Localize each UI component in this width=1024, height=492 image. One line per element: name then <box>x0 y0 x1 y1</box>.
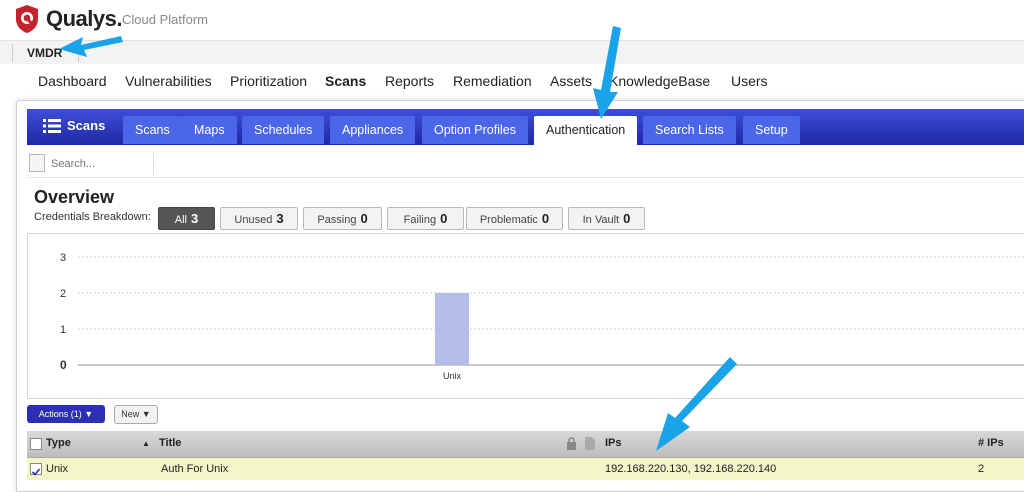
row-ips: 192.168.220.130, 192.168.220.140 <box>605 463 777 475</box>
tab-search-lists[interactable]: Search Lists <box>643 116 736 144</box>
nav-remediation[interactable]: Remediation <box>453 73 532 89</box>
table-header: Type ▲ Title IPs # IPs <box>27 431 1024 458</box>
filter-in-vault-count: 0 <box>623 211 631 226</box>
column-title[interactable]: Title <box>159 437 181 449</box>
tab-option-profiles[interactable]: Option Profiles <box>422 116 528 144</box>
tab-appliances[interactable]: Appliances <box>330 116 416 144</box>
qualys-shield-icon <box>16 5 38 33</box>
column-num-ips[interactable]: # IPs <box>978 437 1004 449</box>
checkmark-icon <box>31 468 41 476</box>
filter-unused-button[interactable]: Unused 3 <box>220 207 298 230</box>
filter-failing-count: 0 <box>440 211 448 226</box>
nav-reports[interactable]: Reports <box>385 73 434 89</box>
document-icon <box>585 437 595 450</box>
filter-unused-label: Unused <box>234 214 273 226</box>
actions-label: Actions (1) <box>38 409 82 419</box>
lock-icon <box>567 437 576 450</box>
overview-title: Overview <box>34 187 115 207</box>
brand-suffix: Cloud Platform <box>122 12 208 27</box>
nav-prioritization[interactable]: Prioritization <box>230 73 307 89</box>
filter-all-button[interactable]: All 3 <box>158 207 215 230</box>
filter-failing-label: Failing <box>403 214 437 226</box>
module-bar: VMDR <box>0 40 1024 66</box>
filter-all-label: All <box>174 214 187 226</box>
tab-setup[interactable]: Setup <box>743 116 800 144</box>
actions-button[interactable]: Actions (1) ▼ <box>27 405 105 423</box>
nav-users[interactable]: Users <box>731 73 768 89</box>
credentials-bar-chart: 0 1 2 3 Unix <box>60 252 1024 381</box>
scans-tab-bar: Scans Scans Maps Schedules Appliances Op… <box>27 109 1024 145</box>
filter-in-vault-button[interactable]: In Vault 0 <box>568 207 645 230</box>
chevron-down-icon: ▼ <box>141 409 151 419</box>
row-checkbox[interactable] <box>30 463 42 476</box>
filter-problematic-button[interactable]: Problematic 0 <box>466 207 563 230</box>
filter-all-count: 3 <box>191 211 199 226</box>
annotation-arrow-authentication <box>593 26 621 119</box>
filter-passing-count: 0 <box>360 211 368 226</box>
y-tick-label: 3 <box>60 252 66 264</box>
nav-scans[interactable]: Scans <box>325 73 366 89</box>
nav-vulnerabilities[interactable]: Vulnerabilities <box>125 73 212 89</box>
top-navigation: Dashboard Vulnerabilities Prioritization… <box>0 64 1024 100</box>
filter-panel-toggle-icon[interactable] <box>29 154 45 172</box>
credentials-chart: 0 1 2 3 Unix <box>27 233 1024 399</box>
tab-scans[interactable]: Scans <box>123 116 182 144</box>
tab-maps[interactable]: Maps <box>182 116 237 144</box>
filter-problematic-label: Problematic <box>479 214 538 226</box>
nav-dashboard[interactable]: Dashboard <box>38 73 107 89</box>
column-ips[interactable]: IPs <box>605 437 622 449</box>
row-type: Unix <box>46 463 69 475</box>
y-tick-label: 2 <box>60 288 66 300</box>
row-num-ips: 2 <box>978 463 985 475</box>
filter-passing-button[interactable]: Passing 0 <box>303 207 382 230</box>
annotation-arrow-module <box>59 36 123 57</box>
new-label: New <box>121 409 140 419</box>
row-title[interactable]: Auth For Unix <box>161 463 228 475</box>
list-icon <box>43 119 61 133</box>
table-row[interactable]: Unix Auth For Unix 192.168.220.130, 192.… <box>27 458 1024 480</box>
search-row <box>27 151 1024 178</box>
filter-unused-count: 3 <box>276 211 284 226</box>
tab-schedules[interactable]: Schedules <box>242 116 325 144</box>
credentials-breakdown-label: Credentials Breakdown: <box>34 211 151 223</box>
select-all-checkbox[interactable] <box>30 438 42 450</box>
filter-in-vault-label: In Vault <box>582 214 620 226</box>
sort-asc-icon: ▲ <box>142 439 150 448</box>
filter-problematic-count: 0 <box>541 211 550 226</box>
chevron-down-icon: ▼ <box>84 409 94 419</box>
column-type[interactable]: Type <box>46 437 71 449</box>
filter-passing-label: Passing <box>317 214 357 226</box>
search-input[interactable] <box>49 153 154 175</box>
new-button[interactable]: New ▼ <box>114 405 158 424</box>
scans-section-heading: Scans <box>67 118 106 133</box>
y-tick-label: 1 <box>60 324 66 336</box>
brand-bar: Qualys. Cloud Platform <box>0 0 1024 40</box>
bar-unix[interactable] <box>435 293 469 365</box>
filter-failing-button[interactable]: Failing 0 <box>387 207 464 230</box>
y-tick-label: 0 <box>60 358 67 372</box>
scans-panel: Scans Scans Maps Schedules Appliances Op… <box>16 100 1024 492</box>
annotation-arrow-ips <box>656 357 737 451</box>
x-tick-label: Unix <box>443 371 462 381</box>
